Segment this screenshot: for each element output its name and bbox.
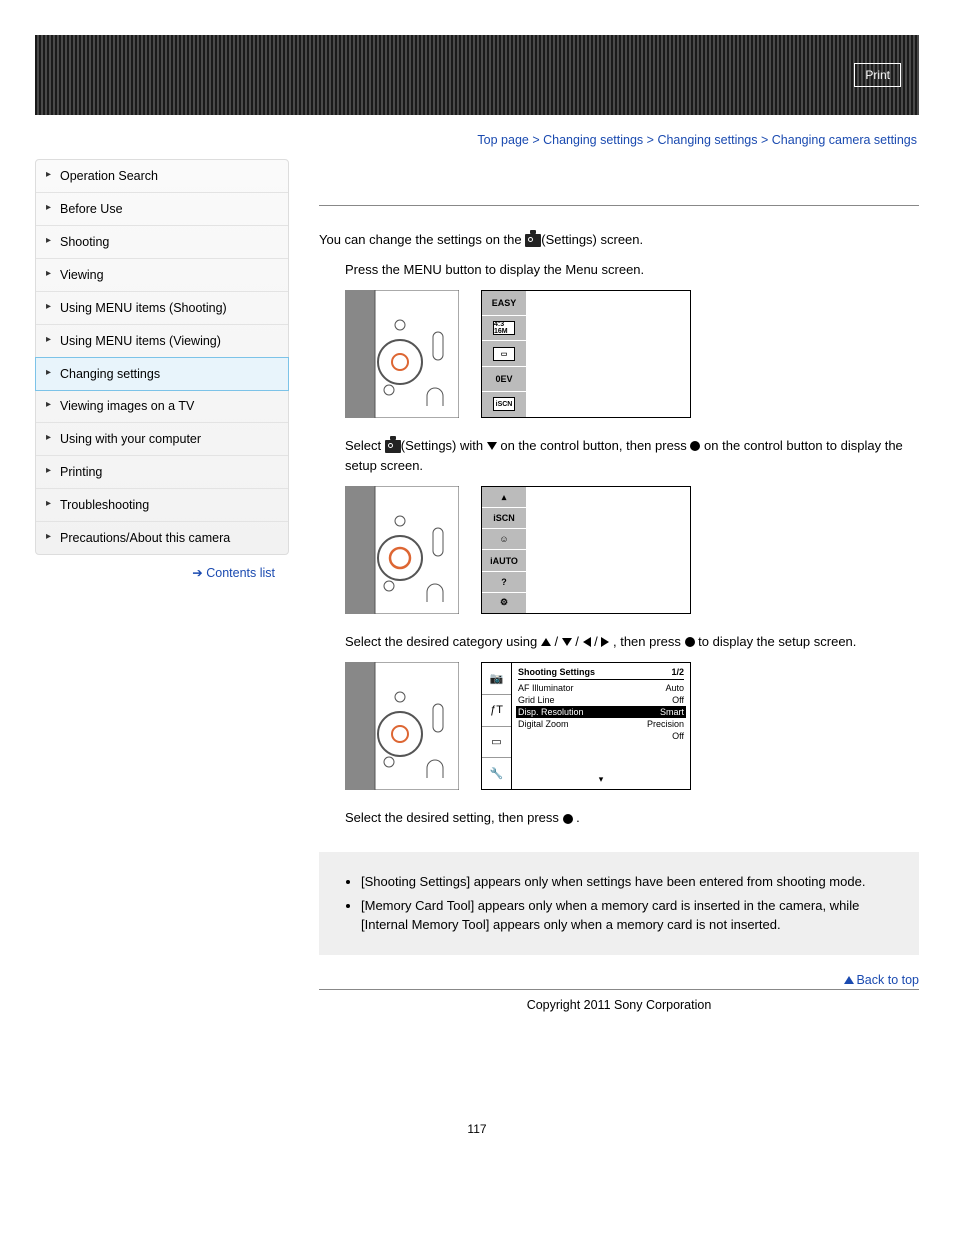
camera-illustration	[345, 662, 459, 790]
settings-row: Disp. ResolutionSmart	[516, 706, 686, 718]
menu-cell: ?	[482, 572, 526, 593]
settings-screen: 📷ƒT▭🔧 Shooting Settings1/2 AF Illuminato…	[481, 662, 691, 790]
menu-cell: EASY	[482, 291, 526, 316]
camera-illustration	[345, 486, 459, 614]
breadcrumb-link-2[interactable]: Changing settings	[657, 133, 757, 147]
up-arrow-icon	[541, 638, 551, 646]
sidebar-item-5[interactable]: Using MENU items (Viewing)	[36, 325, 288, 358]
sidebar-item-7[interactable]: Viewing images on a TV	[36, 390, 288, 423]
breadcrumb: Top page > Changing settings > Changing …	[35, 115, 919, 159]
figure-1: EASY4:3 16M▭0EViSCN	[345, 290, 919, 418]
sidebar-item-8[interactable]: Using with your computer	[36, 423, 288, 456]
menu-screen-1: EASY4:3 16M▭0EViSCN	[481, 290, 691, 418]
menu-cell: ▴	[482, 487, 526, 508]
figure-3: 📷ƒT▭🔧 Shooting Settings1/2 AF Illuminato…	[345, 662, 919, 790]
settings-category-icon: 🔧	[482, 758, 511, 789]
settings-category-icon: 📷	[482, 663, 511, 695]
breadcrumb-link-1[interactable]: Changing settings	[543, 133, 643, 147]
sidebar-item-9[interactable]: Printing	[36, 456, 288, 489]
divider	[319, 205, 919, 206]
breadcrumb-link-0[interactable]: Top page	[477, 133, 528, 147]
sidebar-item-1[interactable]: Before Use	[36, 193, 288, 226]
figure-2: ▴iSCN☺iAUTO?⚙	[345, 486, 919, 614]
header-bar: Print	[35, 35, 919, 115]
left-arrow-icon	[583, 637, 591, 647]
page-number: 117	[35, 1122, 919, 1136]
menu-cell: ▭	[482, 341, 526, 366]
camera-illustration	[345, 290, 459, 418]
sidebar-item-0[interactable]: Operation Search	[36, 160, 288, 193]
back-to-top-link[interactable]: Back to top	[856, 973, 919, 987]
center-button-icon	[690, 441, 700, 451]
sidebar-item-3[interactable]: Viewing	[36, 259, 288, 292]
settings-row: Digital ZoomPrecision	[518, 718, 684, 730]
menu-screen-2: ▴iSCN☺iAUTO?⚙	[481, 486, 691, 614]
down-arrow-icon	[487, 442, 497, 450]
main-content: You can change the settings on the (Sett…	[319, 159, 919, 1012]
step-2-text: Select (Settings) with on the control bu…	[345, 436, 919, 476]
sidebar-item-11[interactable]: Precautions/About this camera	[36, 522, 288, 554]
settings-icon	[385, 440, 401, 453]
intro-paragraph: You can change the settings on the (Sett…	[319, 230, 919, 250]
menu-cell: ⚙	[482, 593, 526, 613]
menu-cell: 4:3 16M	[482, 316, 526, 341]
print-button[interactable]: Print	[854, 63, 901, 87]
step-3-text: Select the desired category using / / / …	[345, 632, 919, 652]
settings-category-icon: ▭	[482, 727, 511, 759]
down-arrow-icon	[562, 638, 572, 646]
contents-list-link[interactable]: Contents list	[206, 566, 275, 580]
step-1-text: Press the MENU button to display the Men…	[345, 260, 919, 280]
arrow-right-icon: ➔	[192, 566, 206, 580]
settings-icon	[525, 234, 541, 247]
up-arrow-icon	[844, 976, 854, 984]
sidebar-item-10[interactable]: Troubleshooting	[36, 489, 288, 522]
settings-row: Off	[518, 730, 684, 742]
center-button-icon	[563, 814, 573, 824]
sidebar-item-6[interactable]: Changing settings	[35, 357, 289, 391]
settings-row: Grid LineOff	[518, 694, 684, 706]
settings-category-icon: ƒT	[482, 695, 511, 727]
menu-cell: iSCN	[482, 392, 526, 416]
step-4-text: Select the desired setting, then press .	[345, 808, 919, 828]
sidebar-item-2[interactable]: Shooting	[36, 226, 288, 259]
menu-cell: 0EV	[482, 367, 526, 392]
sidebar: Operation SearchBefore UseShootingViewin…	[35, 159, 289, 1012]
menu-cell: ☺	[482, 529, 526, 550]
center-button-icon	[685, 637, 695, 647]
note-item: [Shooting Settings] appears only when se…	[361, 872, 899, 892]
copyright: Copyright 2011 Sony Corporation	[319, 990, 919, 1012]
sidebar-item-4[interactable]: Using MENU items (Shooting)	[36, 292, 288, 325]
back-to-top[interactable]: Back to top	[319, 973, 919, 987]
menu-cell: iAUTO	[482, 550, 526, 571]
notes-box: [Shooting Settings] appears only when se…	[319, 852, 919, 955]
menu-cell: iSCN	[482, 508, 526, 529]
settings-row: AF IlluminatorAuto	[518, 682, 684, 694]
note-item: [Memory Card Tool] appears only when a m…	[361, 896, 899, 935]
breadcrumb-current: Changing camera settings	[772, 133, 917, 147]
